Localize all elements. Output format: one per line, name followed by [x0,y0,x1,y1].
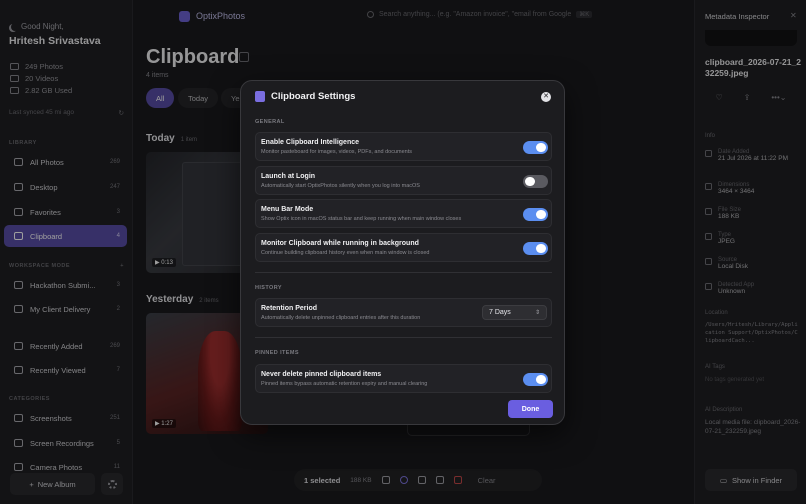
divider [255,272,552,273]
clipboard-settings-dialog: Clipboard Settings ✕ GENERAL Enable Clip… [240,80,565,425]
setting-retention-period: Retention Period Automatically delete un… [255,298,552,327]
chevron-updown-icon: ⇕ [534,310,540,316]
pinned-heading: PINNED ITEMS [255,350,299,356]
setting-background-monitoring: Monitor Clipboard while running in backg… [255,233,552,262]
background-monitoring-toggle[interactable] [523,242,548,255]
clipboard-icon [255,91,265,102]
close-dialog-button[interactable]: ✕ [541,92,551,102]
setting-pinned-items: Never delete pinned clipboard items Pinn… [255,364,552,393]
launch-at-login-toggle[interactable] [523,175,548,188]
setting-menu-bar-mode: Menu Bar Mode Show Optix icon in macOS s… [255,199,552,228]
setting-clipboard-intelligence: Enable Clipboard Intelligence Monitor pa… [255,132,552,161]
dialog-title: Clipboard Settings [271,91,356,102]
dialog-header: Clipboard Settings [255,91,355,102]
setting-launch-at-login: Launch at Login Automatically start Opti… [255,166,552,195]
clipboard-intelligence-toggle[interactable] [523,141,548,154]
menu-bar-mode-toggle[interactable] [523,208,548,221]
general-heading: GENERAL [255,119,285,125]
retention-period-select[interactable]: 7 Days ⇕ [482,305,547,320]
history-heading: HISTORY [255,285,282,291]
divider [255,337,552,338]
pinned-items-toggle[interactable] [523,373,548,386]
done-button[interactable]: Done [508,400,553,418]
